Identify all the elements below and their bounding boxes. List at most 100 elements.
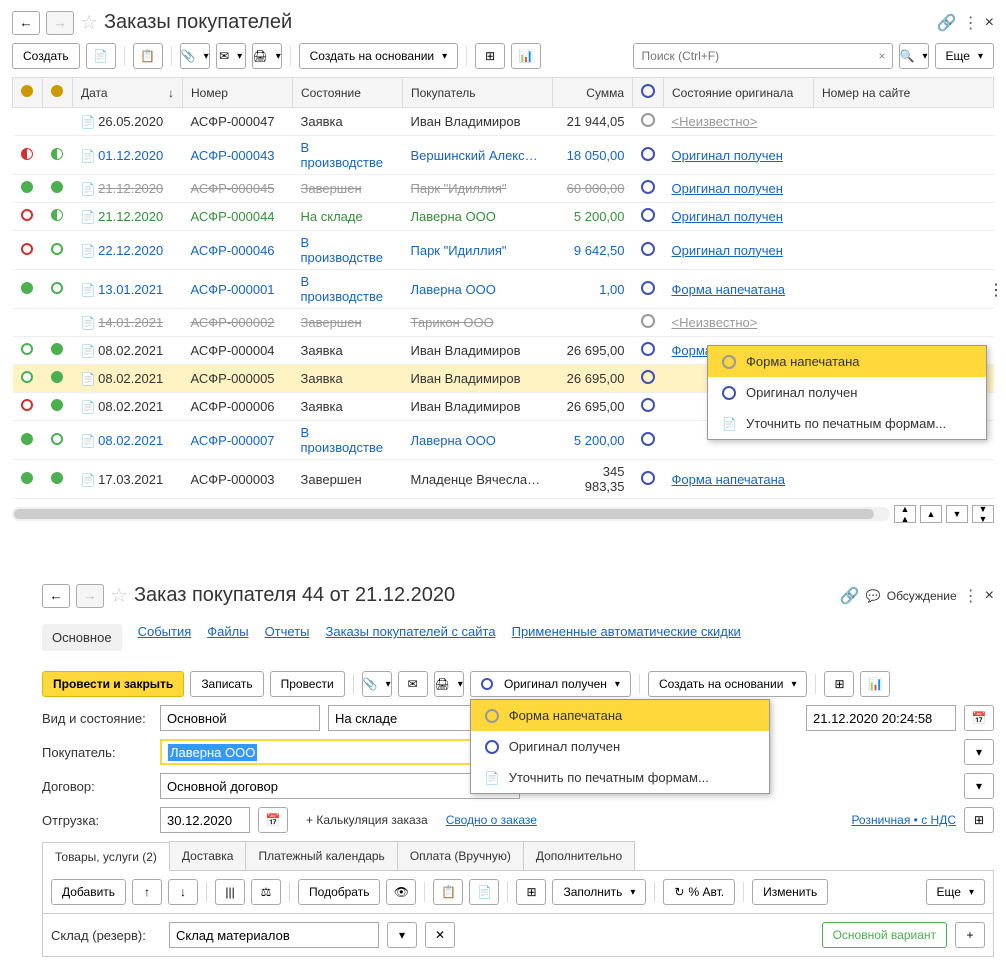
ship-date-input[interactable] [160, 807, 250, 833]
variant-button[interactable]: Основной вариант [822, 922, 947, 948]
post-button[interactable]: Провести [270, 671, 345, 697]
auto-percent-button[interactable]: ↻ % Авт. [663, 879, 735, 905]
table-button[interactable]: ⊞ [516, 879, 546, 905]
subtab-goods[interactable]: Товары, услуги (2) [42, 842, 170, 871]
kind-input[interactable] [160, 705, 320, 731]
mail-button[interactable]: ✉ [398, 671, 428, 697]
subtab-delivery[interactable]: Доставка [169, 841, 247, 870]
col-date[interactable]: Дата [81, 86, 108, 100]
col-number[interactable]: Номер [183, 78, 293, 108]
contract-input[interactable] [160, 773, 520, 799]
discuss-icon[interactable]: 💬 [866, 589, 881, 603]
struct-button[interactable]: ⊞ [824, 671, 854, 697]
original-state-link[interactable]: <Неизвестно> [672, 114, 758, 129]
nav-back[interactable]: ← [42, 584, 70, 608]
original-state-link[interactable]: Форма напечатана [672, 472, 786, 487]
more-subtoolbar[interactable]: Еще [926, 879, 985, 905]
fill-button[interactable]: Заполнить [552, 879, 646, 905]
search-dropdown[interactable]: 🔍 [899, 43, 929, 69]
more-vertical[interactable]: ⋮ [963, 586, 979, 606]
scroll-down[interactable]: ▼ [946, 505, 968, 523]
subtab-payment-manual[interactable]: Оплата (Вручную) [397, 841, 524, 870]
original-state-link[interactable]: Форма напечатана [672, 282, 786, 297]
copy-rows-button[interactable]: 📋 [433, 879, 463, 905]
datetime-input[interactable] [806, 705, 956, 731]
calendar-button[interactable]: 📅 [258, 807, 288, 833]
close-icon[interactable]: × [985, 587, 994, 605]
link-icon[interactable]: 🔗 [937, 13, 957, 33]
close-icon[interactable]: × [985, 14, 994, 32]
wh-open-button[interactable]: ▾ [387, 922, 417, 948]
table-row[interactable]: 📄 21.12.2020 АСФР-000044 На складе Лавер… [13, 203, 994, 231]
variant-add-button[interactable]: + [955, 922, 985, 948]
search-input-wrap[interactable]: × [633, 43, 893, 69]
buyer-input[interactable]: Лаверна ООО [160, 739, 520, 765]
ctx-item-printed[interactable]: Форма напечатана [708, 346, 986, 377]
tab-files[interactable]: Файлы [207, 624, 248, 651]
barcode-button[interactable]: ||| [215, 879, 245, 905]
create-button[interactable]: Создать [12, 43, 80, 69]
attach-button[interactable]: 📎 [362, 671, 392, 697]
paste-rows-button[interactable]: 📄 [469, 879, 499, 905]
calendar-button[interactable]: 📅 [964, 705, 994, 731]
h-scrollbar[interactable] [12, 507, 890, 521]
tab-main[interactable]: Основное [42, 624, 122, 651]
col-orig[interactable]: Состояние оригинала [664, 78, 814, 108]
discuss-label[interactable]: Обсуждение [887, 589, 957, 603]
original-state-link[interactable]: Оригинал получен [672, 181, 783, 196]
print-button[interactable]: 🖨 [434, 671, 464, 697]
table-row[interactable]: 📄 22.12.2020 АСФР-000046 В производстве … [13, 231, 994, 270]
add-button[interactable]: Добавить [51, 879, 126, 905]
dropdown-button[interactable]: ▾ [964, 739, 994, 765]
ctx-item-clarify[interactable]: 📄Уточнить по печатным формам... [471, 762, 769, 793]
save-button[interactable]: Записать [190, 671, 263, 697]
clear-search[interactable]: × [873, 49, 892, 63]
table-row[interactable]: 📄 17.03.2021 АСФР-000003 Завершен Младен… [13, 460, 994, 499]
star-icon[interactable]: ☆ [110, 583, 128, 608]
report-button[interactable]: 📊 [860, 671, 890, 697]
print-button[interactable]: 🖨 [252, 43, 282, 69]
dropdown-button[interactable]: ▾ [964, 773, 994, 799]
tab-reports[interactable]: Отчеты [265, 624, 310, 651]
post-close-button[interactable]: Провести и закрыть [42, 671, 184, 697]
retail-vat-link[interactable]: Розничная • с НДС [851, 813, 956, 827]
view-button[interactable]: 👁 [386, 879, 416, 905]
star-icon[interactable]: ☆ [80, 10, 98, 35]
tab-site-orders[interactable]: Заказы покупателей с сайта [326, 624, 496, 651]
col-site[interactable]: Номер на сайте [814, 78, 994, 108]
move-down-button[interactable]: ↓ [168, 879, 198, 905]
col-buyer[interactable]: Покупатель [403, 78, 553, 108]
summary-link[interactable]: Сводно о заказе [446, 813, 537, 827]
link-icon[interactable]: 🔗 [840, 586, 860, 606]
copy-button[interactable]: 📄 [86, 43, 116, 69]
more-button[interactable]: Еще [935, 43, 994, 69]
warehouse-input[interactable] [169, 922, 379, 948]
tab-events[interactable]: События [138, 624, 192, 651]
ctx-item-printed[interactable]: Форма напечатана [471, 700, 769, 731]
edit-button[interactable]: Изменить [752, 879, 828, 905]
ctx-item-clarify[interactable]: 📄Уточнить по печатным формам... [708, 408, 986, 439]
move-up-button[interactable]: ↑ [132, 879, 162, 905]
scroll-up[interactable]: ▲ [920, 505, 942, 523]
more-vertical[interactable]: ⋮ [963, 13, 979, 33]
scroll-bottom[interactable]: ▼▼ [972, 505, 994, 523]
settings-button[interactable]: ⊞ [964, 807, 994, 833]
report-button[interactable]: 📊 [511, 43, 541, 69]
tab-discounts[interactable]: Примененные автоматические скидки [512, 624, 741, 651]
ctx-item-received[interactable]: Оригинал получен [708, 377, 986, 408]
table-row[interactable]: 📄 01.12.2020 АСФР-000043 В производстве … [13, 136, 994, 175]
table-row[interactable]: 📄 14.01.2021 АСФР-000002 Завершен Тарико… [13, 309, 994, 337]
scale-button[interactable]: ⚖ [251, 879, 281, 905]
col-state[interactable]: Состояние [293, 78, 403, 108]
wh-clear-button[interactable]: ✕ [425, 922, 455, 948]
struct-button[interactable]: ⊞ [475, 43, 505, 69]
doc-button[interactable]: 📋 [133, 43, 163, 69]
original-state-link[interactable]: Оригинал получен [672, 148, 783, 163]
table-row[interactable]: 📄 13.01.2021 АСФР-000001 В производстве … [13, 270, 994, 309]
scroll-top[interactable]: ▲▲ [894, 505, 916, 523]
mail-button[interactable]: ✉ [216, 43, 246, 69]
ctx-item-received[interactable]: Оригинал получен [471, 731, 769, 762]
table-row[interactable]: 📄 21.12.2020 АСФР-000045 Завершен Парк "… [13, 175, 994, 203]
create-based-button[interactable]: Создать на основании [648, 671, 808, 697]
original-state-link[interactable]: <Неизвестно> [672, 315, 758, 330]
